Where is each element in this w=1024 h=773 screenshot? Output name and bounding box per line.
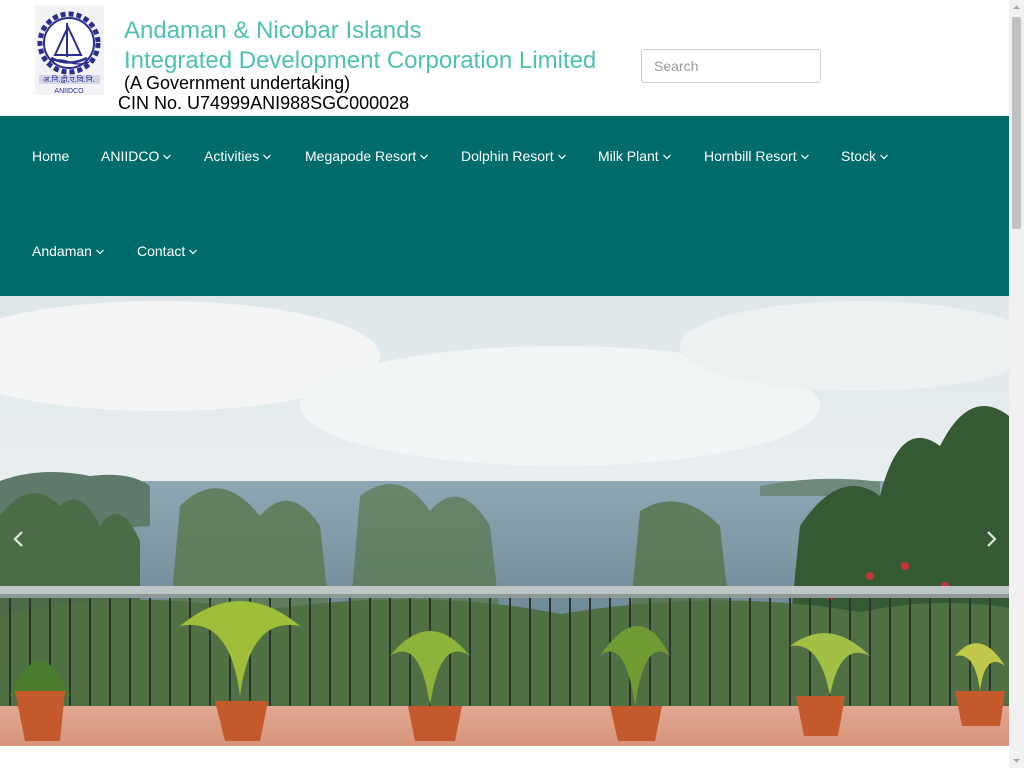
nav-item-contact[interactable]: Contact [137,241,198,261]
nav-label: Hornbill Resort [704,148,797,164]
nav-label: Stock [841,148,877,164]
nav-label: Milk Plant [598,148,659,164]
chevron-down-icon [662,154,671,160]
svg-text:अ.नि.द्वी.ए.वि.नि.: अ.नि.द्वी.ए.वि.नि. [43,74,95,84]
nav-item-megapode-resort[interactable]: Megapode Resort [305,146,429,166]
chevron-down-icon [800,154,809,160]
nav-item-activities[interactable]: Activities [204,146,272,166]
org-title-line2: Integrated Development Corporation Limit… [124,47,597,74]
chevron-left-icon [13,531,23,547]
page: अ.नि.द्वी.ए.वि.नि. ANIIDCO Andaman & Nic… [0,0,1009,768]
chevron-down-icon [880,154,888,160]
org-subtitle: (A Government undertaking) [124,73,351,93]
search-input[interactable] [641,49,821,83]
nav-label: ANIIDCO [101,148,160,164]
chevron-down-icon [557,154,566,160]
scroll-down-button[interactable] [1009,753,1024,768]
hero-image [0,296,1009,746]
nav-label: Activities [204,148,260,164]
nav-label: Megapode Resort [305,148,417,164]
chevron-down-icon [96,249,104,255]
carousel-prev-button[interactable] [8,528,30,550]
chevron-down-icon [420,154,429,160]
nav-item-home[interactable]: Home [32,146,69,166]
nav-item-hornbill-resort[interactable]: Hornbill Resort [704,146,809,166]
chevron-right-icon [987,531,997,547]
nav-item-milk-plant[interactable]: Milk Plant [598,146,671,166]
org-title-line1: Andaman & Nicobar Islands [124,17,422,44]
nav-item-stock[interactable]: Stock [841,146,888,166]
main-nav: Home ANIIDCO Activities Megapode Resort … [0,116,1009,296]
aniidco-logo[interactable]: अ.नि.द्वी.ए.वि.नि. ANIIDCO [35,5,104,95]
site-header: अ.नि.द्वी.ए.वि.नि. ANIIDCO Andaman & Nic… [0,0,1009,116]
chevron-down-icon [263,154,272,160]
page-scrollbar[interactable] [1009,0,1024,768]
chevron-down-icon [189,249,198,255]
cin-number: CIN No. U74999ANI988SGC000028 [118,93,410,113]
scroll-up-button[interactable] [1009,0,1024,15]
carousel-next-button[interactable] [980,528,1002,550]
hero-carousel [0,296,1009,746]
nav-label: Dolphin Resort [461,148,554,164]
chevron-down-icon [163,154,172,160]
nav-label: Contact [137,243,186,259]
nav-label: Andaman [32,243,92,259]
nav-item-dolphin-resort[interactable]: Dolphin Resort [461,146,566,166]
logo-text: ANIIDCO [54,88,84,95]
nav-item-andaman[interactable]: Andaman [32,241,104,261]
scroll-thumb[interactable] [1012,17,1021,229]
nav-item-aniidco[interactable]: ANIIDCO [101,146,172,166]
nav-label: Home [32,148,70,164]
